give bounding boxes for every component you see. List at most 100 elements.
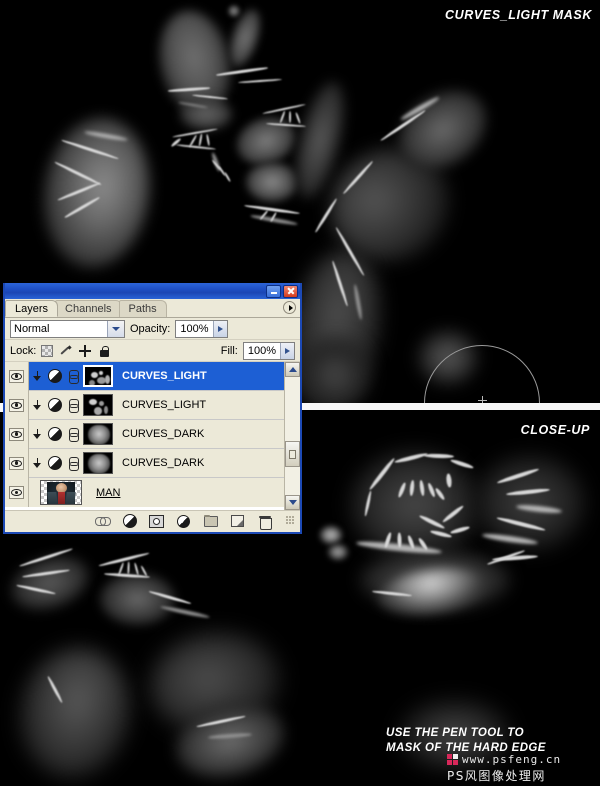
new-group-icon[interactable] [203, 514, 218, 529]
scroll-down-arrow-icon[interactable] [285, 495, 300, 510]
adjustment-layer-cell[interactable] [45, 398, 65, 412]
layer-mask-thumbnail-cell[interactable] [81, 452, 115, 474]
adjustment-layer-cell[interactable] [45, 456, 65, 470]
mask-stroke [198, 133, 203, 147]
chevron-down-icon[interactable] [107, 320, 124, 337]
panel-titlebar[interactable] [5, 283, 300, 299]
move-lock-icon[interactable] [79, 344, 92, 357]
lock-all-icon[interactable] [98, 345, 110, 357]
close-icon[interactable] [283, 284, 298, 298]
opacity-field[interactable]: 100% [175, 319, 228, 338]
delete-layer-icon[interactable] [257, 514, 272, 530]
layer-style-fx-icon[interactable] [122, 514, 137, 529]
clipping-arrow-icon [33, 457, 42, 469]
table-row[interactable]: CURVES_DARK [5, 448, 284, 478]
layer-visibility-toggle[interactable] [5, 478, 29, 507]
layer-mask-thumbnail[interactable] [83, 365, 113, 387]
layer-mask-thumbnail[interactable] [83, 452, 113, 474]
fill-slider-arrow-icon[interactable] [280, 342, 294, 359]
adjustment-layer-cell[interactable] [45, 369, 65, 383]
clipping-mask-indicator [29, 428, 45, 440]
transparency-lock-icon[interactable] [41, 344, 54, 357]
lock-icon-group[interactable] [41, 344, 110, 357]
opacity-label: Opacity: [130, 322, 171, 335]
opacity-slider-arrow-icon[interactable] [212, 320, 227, 337]
panel-tabs[interactable]: Layers Channels Paths [5, 299, 300, 318]
mask-stroke [237, 78, 283, 84]
layer-mask-thumbnail-cell[interactable] [81, 365, 115, 387]
layer-name[interactable]: CURVES_DARK [115, 457, 204, 469]
layer-visibility-toggle[interactable] [5, 419, 29, 449]
adjustment-layer-cell[interactable] [45, 427, 65, 441]
link-icon[interactable] [69, 427, 79, 442]
layer-visibility-toggle[interactable] [5, 448, 29, 478]
layer-link-cell[interactable] [65, 369, 81, 384]
curves-adjustment-icon[interactable] [48, 369, 62, 383]
mask-blob [7, 637, 143, 786]
scroll-up-arrow-icon[interactable] [285, 362, 300, 377]
link-icon[interactable] [69, 369, 79, 384]
link-layers-icon[interactable] [95, 514, 111, 529]
layer-list-scrollbar[interactable] [284, 362, 300, 510]
eye-icon[interactable] [9, 369, 24, 383]
panel-footer-toolbar[interactable] [5, 510, 300, 531]
layer-visibility-toggle[interactable] [5, 362, 29, 391]
table-row[interactable]: MAN [5, 478, 284, 507]
add-mask-icon[interactable] [149, 514, 164, 529]
clipping-mask-indicator [29, 457, 45, 469]
scrollbar-track[interactable] [285, 377, 300, 495]
mask-stroke [223, 171, 232, 183]
curves-adjustment-icon[interactable] [48, 398, 62, 412]
layer-visibility-toggle[interactable] [5, 390, 29, 420]
eye-icon[interactable] [9, 398, 24, 412]
tab-layers[interactable]: Layers [5, 300, 59, 317]
curves-adjustment-icon[interactable] [48, 456, 62, 470]
layer-name[interactable]: CURVES_DARK [115, 428, 204, 440]
layer-list[interactable]: CURVES_LIGHT CURVES_LIGHT CURVES_DARK CU… [5, 362, 284, 510]
fill-value: 100% [247, 344, 276, 357]
pen-note-line-1: USE THE PEN TOOL TO [386, 727, 524, 739]
mask-blob [246, 162, 298, 202]
layer-link-cell[interactable] [65, 427, 81, 442]
table-row[interactable]: CURVES_LIGHT [5, 390, 284, 420]
layer-name[interactable]: MAN [89, 487, 120, 499]
link-icon[interactable] [69, 456, 79, 471]
layer-thumbnail-cell[interactable] [33, 480, 89, 505]
layers-panel[interactable]: Layers Channels Paths Normal Opacity: 10… [3, 283, 302, 534]
layer-mask-thumbnail-cell[interactable] [81, 423, 115, 445]
mask-stroke [295, 112, 301, 124]
new-adjustment-layer-icon[interactable] [176, 514, 191, 529]
clipping-arrow-icon [33, 370, 42, 382]
mask-stroke [244, 204, 300, 215]
layer-name[interactable]: CURVES_LIGHT [115, 399, 206, 411]
man-layer-thumbnail[interactable] [40, 480, 82, 505]
brush-lock-icon[interactable] [60, 345, 72, 357]
eye-icon[interactable] [9, 456, 24, 470]
eye-icon[interactable] [9, 427, 24, 441]
link-icon[interactable] [69, 398, 79, 413]
layer-link-cell[interactable] [65, 456, 81, 471]
minimize-icon[interactable] [266, 284, 281, 298]
layer-mask-thumbnail-cell[interactable] [81, 394, 115, 416]
scrollbar-thumb[interactable] [285, 441, 300, 467]
table-row[interactable]: CURVES_DARK [5, 419, 284, 449]
new-layer-icon[interactable] [230, 514, 245, 529]
layer-list-container[interactable]: CURVES_LIGHT CURVES_LIGHT CURVES_DARK CU… [5, 362, 300, 510]
tab-paths[interactable]: Paths [118, 300, 167, 317]
fill-field[interactable]: 100% [242, 341, 295, 360]
fill-label: Fill: [220, 344, 238, 357]
curves-adjustment-icon[interactable] [48, 427, 62, 441]
clipping-mask-indicator [29, 370, 45, 382]
layer-link-cell[interactable] [65, 398, 81, 413]
resize-grip-icon[interactable] [286, 516, 296, 526]
blend-mode-select[interactable]: Normal [10, 319, 125, 338]
tab-channels[interactable]: Channels [55, 300, 122, 317]
panel-menu-icon[interactable] [283, 301, 296, 314]
eye-icon[interactable] [9, 486, 24, 499]
layer-name[interactable]: CURVES_LIGHT [115, 370, 207, 382]
table-row[interactable]: CURVES_LIGHT [5, 362, 284, 391]
layer-mask-thumbnail[interactable] [83, 423, 113, 445]
layer-mask-thumbnail[interactable] [83, 394, 113, 416]
screenshot-root: CURVES_LIGHT MASK CLOSE-UP USE THE PEN T… [0, 0, 600, 786]
mask-blob [100, 573, 175, 625]
